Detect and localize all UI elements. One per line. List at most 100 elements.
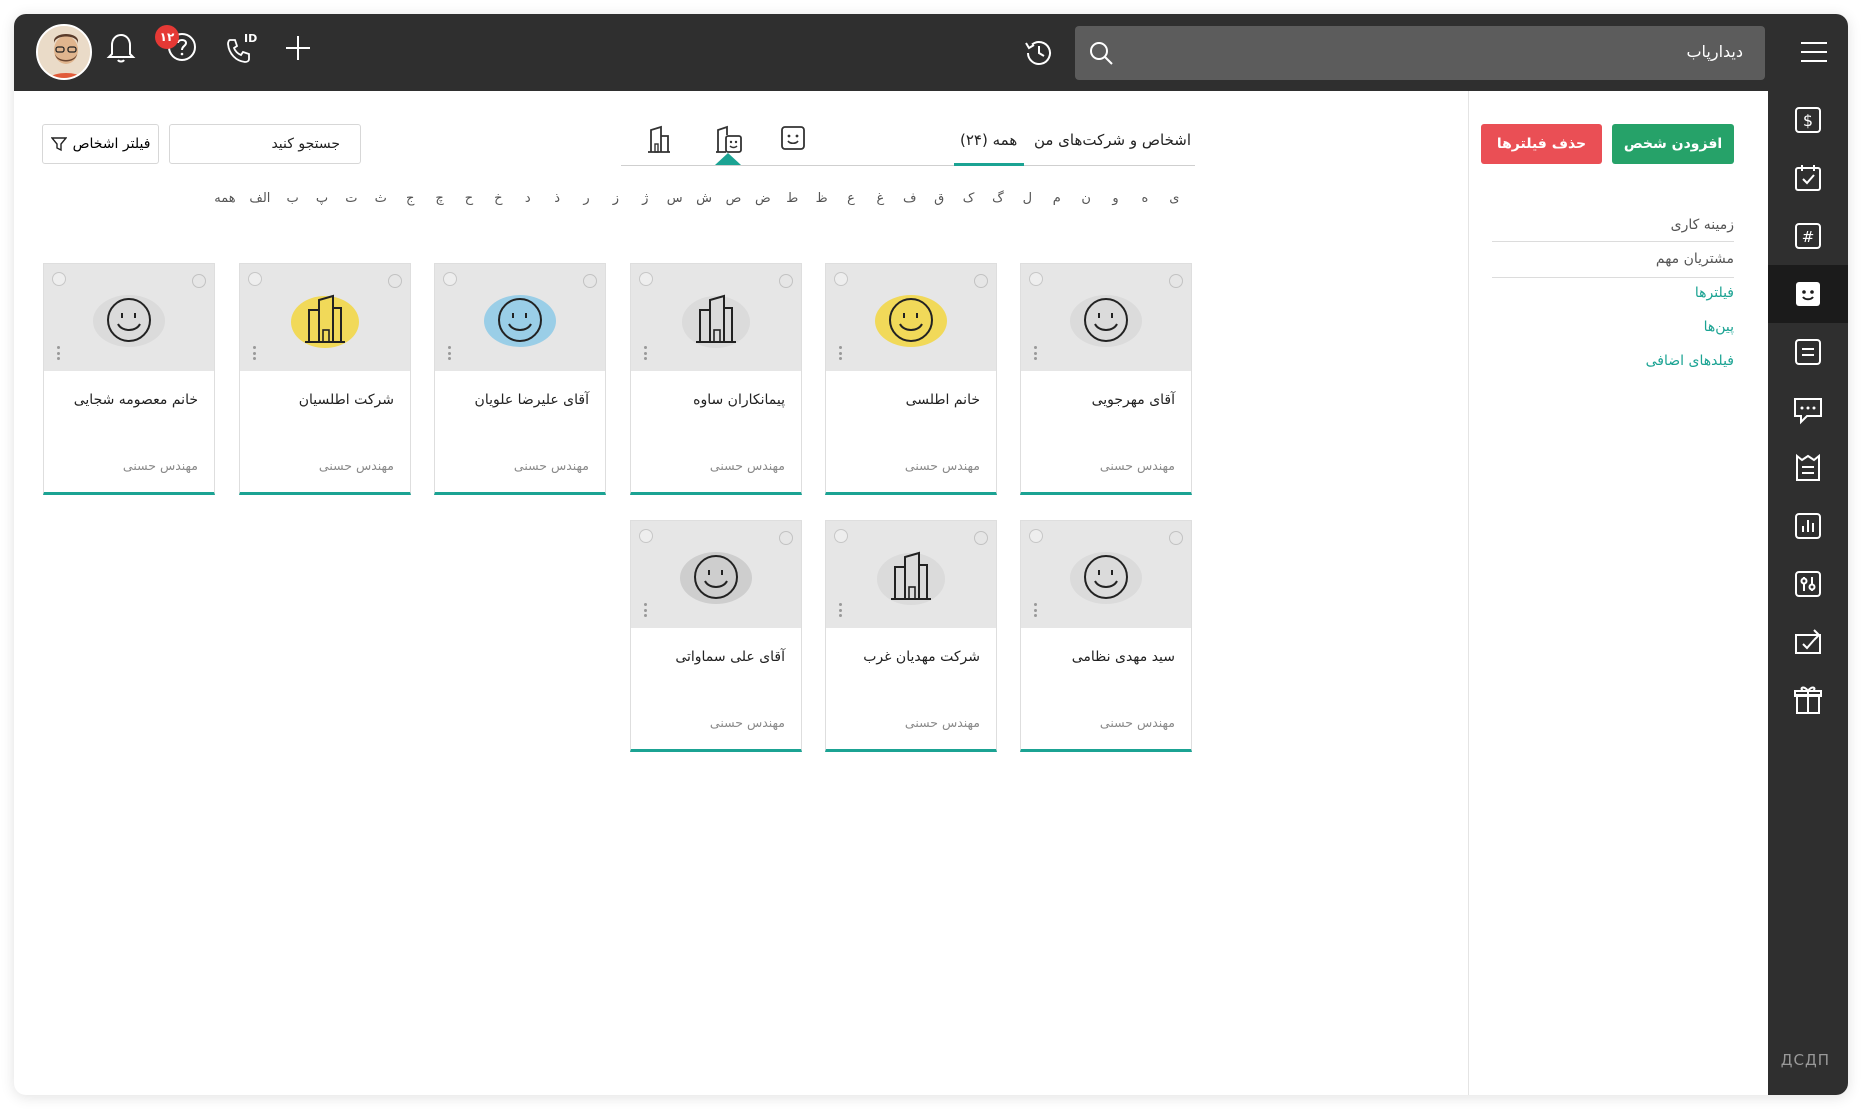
combined-view-icon[interactable] <box>714 125 744 155</box>
alphabet-letter[interactable]: غ <box>866 191 895 206</box>
contact-card[interactable]: پیمانکاران ساوه مهندس حسنی <box>630 263 802 495</box>
alphabet-letter[interactable]: ی <box>1160 191 1189 206</box>
rail-item-reports[interactable] <box>1768 497 1848 555</box>
alphabet-letter[interactable]: ش <box>689 191 718 206</box>
alphabet-letter[interactable]: چ <box>425 191 454 206</box>
select-checkbox[interactable] <box>1169 274 1183 288</box>
tab-my-people[interactable]: اشخاص و شرکت‌های من <box>1034 131 1191 149</box>
select-checkbox[interactable] <box>974 531 988 545</box>
contact-card[interactable]: خانم اطلسی مهندس حسنی <box>825 263 997 495</box>
rail-item-calendar[interactable] <box>1768 149 1848 207</box>
pin-icon[interactable] <box>443 272 457 286</box>
company-view-icon[interactable] <box>646 125 672 155</box>
side-link-work-field[interactable]: زمینه کاری <box>1671 217 1734 233</box>
contact-card[interactable]: شرکت مهدیان غرب مهندس حسنی <box>825 520 997 752</box>
select-checkbox[interactable] <box>779 274 793 288</box>
contact-card[interactable]: آقای مهرجویی مهندس حسنی <box>1020 263 1192 495</box>
alphabet-letter[interactable]: ن <box>1071 191 1100 206</box>
side-link-pins[interactable]: پین‌ها <box>1704 319 1734 335</box>
search-icon[interactable] <box>1087 39 1115 67</box>
alphabet-letter[interactable]: س <box>660 191 689 206</box>
alphabet-letter[interactable]: ع <box>836 191 865 206</box>
side-link-extra-fields[interactable]: فیلدهای اضافی <box>1646 353 1734 369</box>
alphabet-letter[interactable]: پ <box>307 191 336 206</box>
pin-icon[interactable] <box>639 529 653 543</box>
alphabet-letter[interactable]: ت <box>337 191 366 206</box>
rail-item-notes[interactable] <box>1768 323 1848 381</box>
more-options-icon[interactable] <box>644 603 647 617</box>
alphabet-letter[interactable]: گ <box>983 191 1012 206</box>
more-options-icon[interactable] <box>839 603 842 617</box>
global-search[interactable]: دیدارپاب <box>1075 26 1765 80</box>
alphabet-letter[interactable]: همه <box>208 191 242 206</box>
more-options-icon[interactable] <box>448 346 451 360</box>
alphabet-letter[interactable]: ف <box>895 191 924 206</box>
pin-icon[interactable] <box>834 529 848 543</box>
alphabet-letter[interactable]: ض <box>748 191 777 206</box>
contact-card[interactable]: شرکت اطلسیان مهندس حسنی <box>239 263 411 495</box>
alphabet-letter[interactable]: ژ <box>631 191 660 206</box>
rail-item-tickets[interactable] <box>1768 439 1848 497</box>
rail-item-finance[interactable]: $ <box>1768 91 1848 149</box>
bell-icon[interactable] <box>106 30 136 64</box>
alphabet-letter[interactable]: ک <box>954 191 983 206</box>
add-icon[interactable] <box>282 32 314 64</box>
alphabet-letter[interactable]: د <box>513 191 542 206</box>
alphabet-letter[interactable]: ر <box>572 191 601 206</box>
alphabet-letter[interactable]: ث <box>366 191 395 206</box>
pin-icon[interactable] <box>639 272 653 286</box>
search-input[interactable]: دیدارپاب <box>1686 42 1743 61</box>
person-view-icon[interactable] <box>780 125 806 151</box>
pin-icon[interactable] <box>1029 529 1043 543</box>
contact-card[interactable]: خانم معصومه شجایی مهندس حسنی <box>43 263 215 495</box>
tab-all[interactable]: همه (۲۴) <box>960 131 1017 149</box>
pin-icon[interactable] <box>248 272 262 286</box>
more-options-icon[interactable] <box>57 346 60 360</box>
history-icon[interactable] <box>1022 36 1056 70</box>
alphabet-letter[interactable]: و <box>1101 191 1130 206</box>
clear-filters-button[interactable]: حذف فیلترها <box>1481 124 1602 164</box>
alphabet-letter[interactable]: ب <box>278 191 307 206</box>
rail-item-people[interactable] <box>1768 265 1848 323</box>
pin-icon[interactable] <box>52 272 66 286</box>
rail-item-messages[interactable] <box>1768 381 1848 439</box>
side-link-key-customers[interactable]: مشتریان مهم <box>1656 251 1734 267</box>
select-checkbox[interactable] <box>1169 531 1183 545</box>
caller-id-button[interactable]: ID <box>224 32 264 66</box>
select-checkbox[interactable] <box>583 274 597 288</box>
more-options-icon[interactable] <box>644 346 647 360</box>
more-options-icon[interactable] <box>253 346 256 360</box>
alphabet-letter[interactable]: ز <box>601 191 630 206</box>
rail-item-tasks[interactable] <box>1768 613 1848 671</box>
filter-people-button[interactable]: فیلتر اشخاص <box>42 124 159 164</box>
alphabet-letter[interactable]: ه <box>1130 191 1159 206</box>
contact-card[interactable]: سید مهدی نظامی مهندس حسنی <box>1020 520 1192 752</box>
contact-card[interactable]: آقای علی سماواتی مهندس حسنی <box>630 520 802 752</box>
rail-item-tags[interactable]: # <box>1768 207 1848 265</box>
alphabet-letter[interactable]: الف <box>242 191 278 206</box>
more-options-icon[interactable] <box>839 346 842 360</box>
add-person-button[interactable]: افزودن شخص <box>1612 124 1734 164</box>
alphabet-letter[interactable]: ط <box>778 191 807 206</box>
hamburger-menu-icon[interactable] <box>1790 28 1838 76</box>
alphabet-letter[interactable]: ق <box>924 191 953 206</box>
alphabet-letter[interactable]: ح <box>454 191 483 206</box>
alphabet-letter[interactable]: ظ <box>807 191 836 206</box>
select-checkbox[interactable] <box>192 274 206 288</box>
alphabet-letter[interactable]: م <box>1042 191 1071 206</box>
rail-item-gifts[interactable] <box>1768 671 1848 729</box>
alphabet-letter[interactable]: ل <box>1013 191 1042 206</box>
more-options-icon[interactable] <box>1034 603 1037 617</box>
contact-card[interactable]: آقای علیرضا علویان مهندس حسنی <box>434 263 606 495</box>
alphabet-letter[interactable]: ج <box>395 191 424 206</box>
pin-icon[interactable] <box>834 272 848 286</box>
rail-item-settings[interactable] <box>1768 555 1848 613</box>
pin-icon[interactable] <box>1029 272 1043 286</box>
alphabet-letter[interactable]: خ <box>484 191 513 206</box>
alphabet-letter[interactable]: ذ <box>542 191 571 206</box>
select-checkbox[interactable] <box>779 531 793 545</box>
more-options-icon[interactable] <box>1034 346 1037 360</box>
side-link-filters[interactable]: فیلترها <box>1695 285 1734 301</box>
people-search-input[interactable]: جستجو کنید <box>169 124 361 164</box>
select-checkbox[interactable] <box>974 274 988 288</box>
